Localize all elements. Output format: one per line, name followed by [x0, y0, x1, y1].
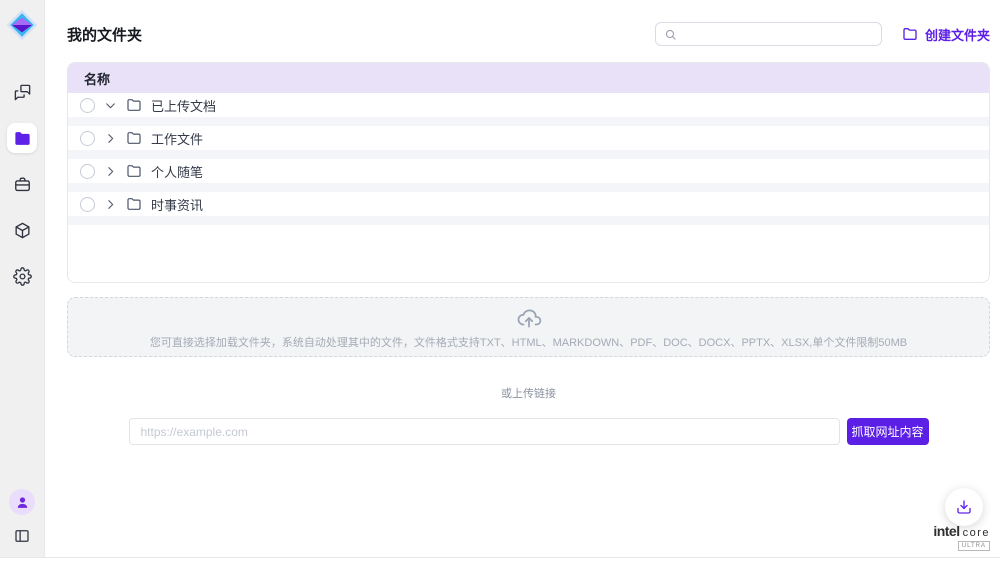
user-avatar[interactable]	[9, 489, 35, 515]
search-box[interactable]	[655, 22, 882, 46]
row-checkbox[interactable]	[80, 131, 95, 146]
sidebar-item-workspace[interactable]	[7, 169, 37, 199]
table-row[interactable]: 已上传文档	[68, 93, 989, 117]
create-folder-icon	[902, 26, 918, 42]
chevron-down-icon[interactable]	[104, 99, 117, 112]
folder-name: 个人随笔	[151, 162, 203, 181]
sidebar-bottom	[9, 489, 35, 545]
column-name-label: 名称	[84, 69, 110, 88]
gem-logo-icon	[4, 7, 40, 43]
folder-icon	[126, 163, 142, 179]
sidebar-nav	[7, 77, 37, 291]
cube-icon	[13, 221, 32, 240]
folder-name: 时事资讯	[151, 195, 203, 214]
table-header: 名称	[68, 63, 989, 93]
search-icon	[664, 28, 677, 41]
upload-dropzone[interactable]: 您可直接选择加载文件夹，系统自动处理其中的文件，文件格式支持TXT、HTML、M…	[67, 297, 990, 357]
chevron-right-icon[interactable]	[104, 165, 117, 178]
chevron-right-icon[interactable]	[104, 198, 117, 211]
folder-icon	[126, 97, 142, 113]
sidebar-item-chat[interactable]	[7, 77, 37, 107]
row-checkbox[interactable]	[80, 164, 95, 179]
main-content: 我的文件夹 创建文件夹 名称	[45, 0, 1000, 557]
row-checkbox[interactable]	[80, 98, 95, 113]
table-body: 已上传文档 工作文件 个人随笔 时事资讯	[68, 93, 989, 225]
folder-icon	[126, 196, 142, 212]
sidebar-item-models[interactable]	[7, 215, 37, 245]
intel-core-logo: intel core ULTRA	[933, 524, 990, 551]
row-separator	[68, 216, 989, 225]
upload-hint-text: 您可直接选择加载文件夹，系统自动处理其中的文件，文件格式支持TXT、HTML、M…	[150, 334, 907, 350]
upload-link-divider: 或上传链接	[67, 385, 990, 401]
url-upload-row: 抓取网址内容	[129, 418, 929, 445]
sidebar	[0, 0, 45, 557]
create-folder-label: 创建文件夹	[925, 25, 990, 44]
intel-ultra-badge: ULTRA	[958, 541, 990, 551]
page-title: 我的文件夹	[67, 24, 142, 45]
user-icon	[15, 495, 30, 510]
gear-icon	[13, 267, 32, 286]
cloud-upload-icon	[516, 305, 542, 331]
intel-product-text: core	[963, 528, 990, 539]
folder-icon	[13, 129, 32, 148]
sidebar-item-folders[interactable]	[7, 123, 37, 153]
fetch-url-button[interactable]: 抓取网址内容	[847, 418, 929, 445]
sidebar-item-settings[interactable]	[7, 261, 37, 291]
chevron-right-icon[interactable]	[104, 132, 117, 145]
create-folder-button[interactable]: 创建文件夹	[902, 25, 990, 44]
table-row[interactable]: 时事资讯	[68, 192, 989, 216]
row-separator	[68, 183, 989, 192]
download-icon	[955, 498, 973, 516]
download-fab[interactable]	[945, 488, 983, 526]
table-row[interactable]: 工作文件	[68, 126, 989, 150]
app-logo[interactable]	[4, 7, 40, 43]
window-bottom-edge	[0, 557, 1000, 563]
url-input[interactable]	[129, 418, 840, 445]
briefcase-icon	[13, 175, 32, 194]
row-checkbox[interactable]	[80, 197, 95, 212]
folder-name: 工作文件	[151, 129, 203, 148]
folder-name: 已上传文档	[151, 96, 216, 115]
panel-toggle-icon	[13, 527, 31, 545]
chat-icon	[13, 83, 32, 102]
page-header: 我的文件夹 创建文件夹	[67, 20, 990, 48]
intel-brand-text: intel	[933, 524, 959, 538]
folder-icon	[126, 130, 142, 146]
search-input[interactable]	[683, 27, 873, 41]
table-row[interactable]: 个人随笔	[68, 159, 989, 183]
folder-table: 名称 已上传文档 工作文件 个人随笔	[67, 62, 990, 283]
row-separator	[68, 117, 989, 126]
panel-toggle-button[interactable]	[13, 527, 31, 545]
row-separator	[68, 150, 989, 159]
